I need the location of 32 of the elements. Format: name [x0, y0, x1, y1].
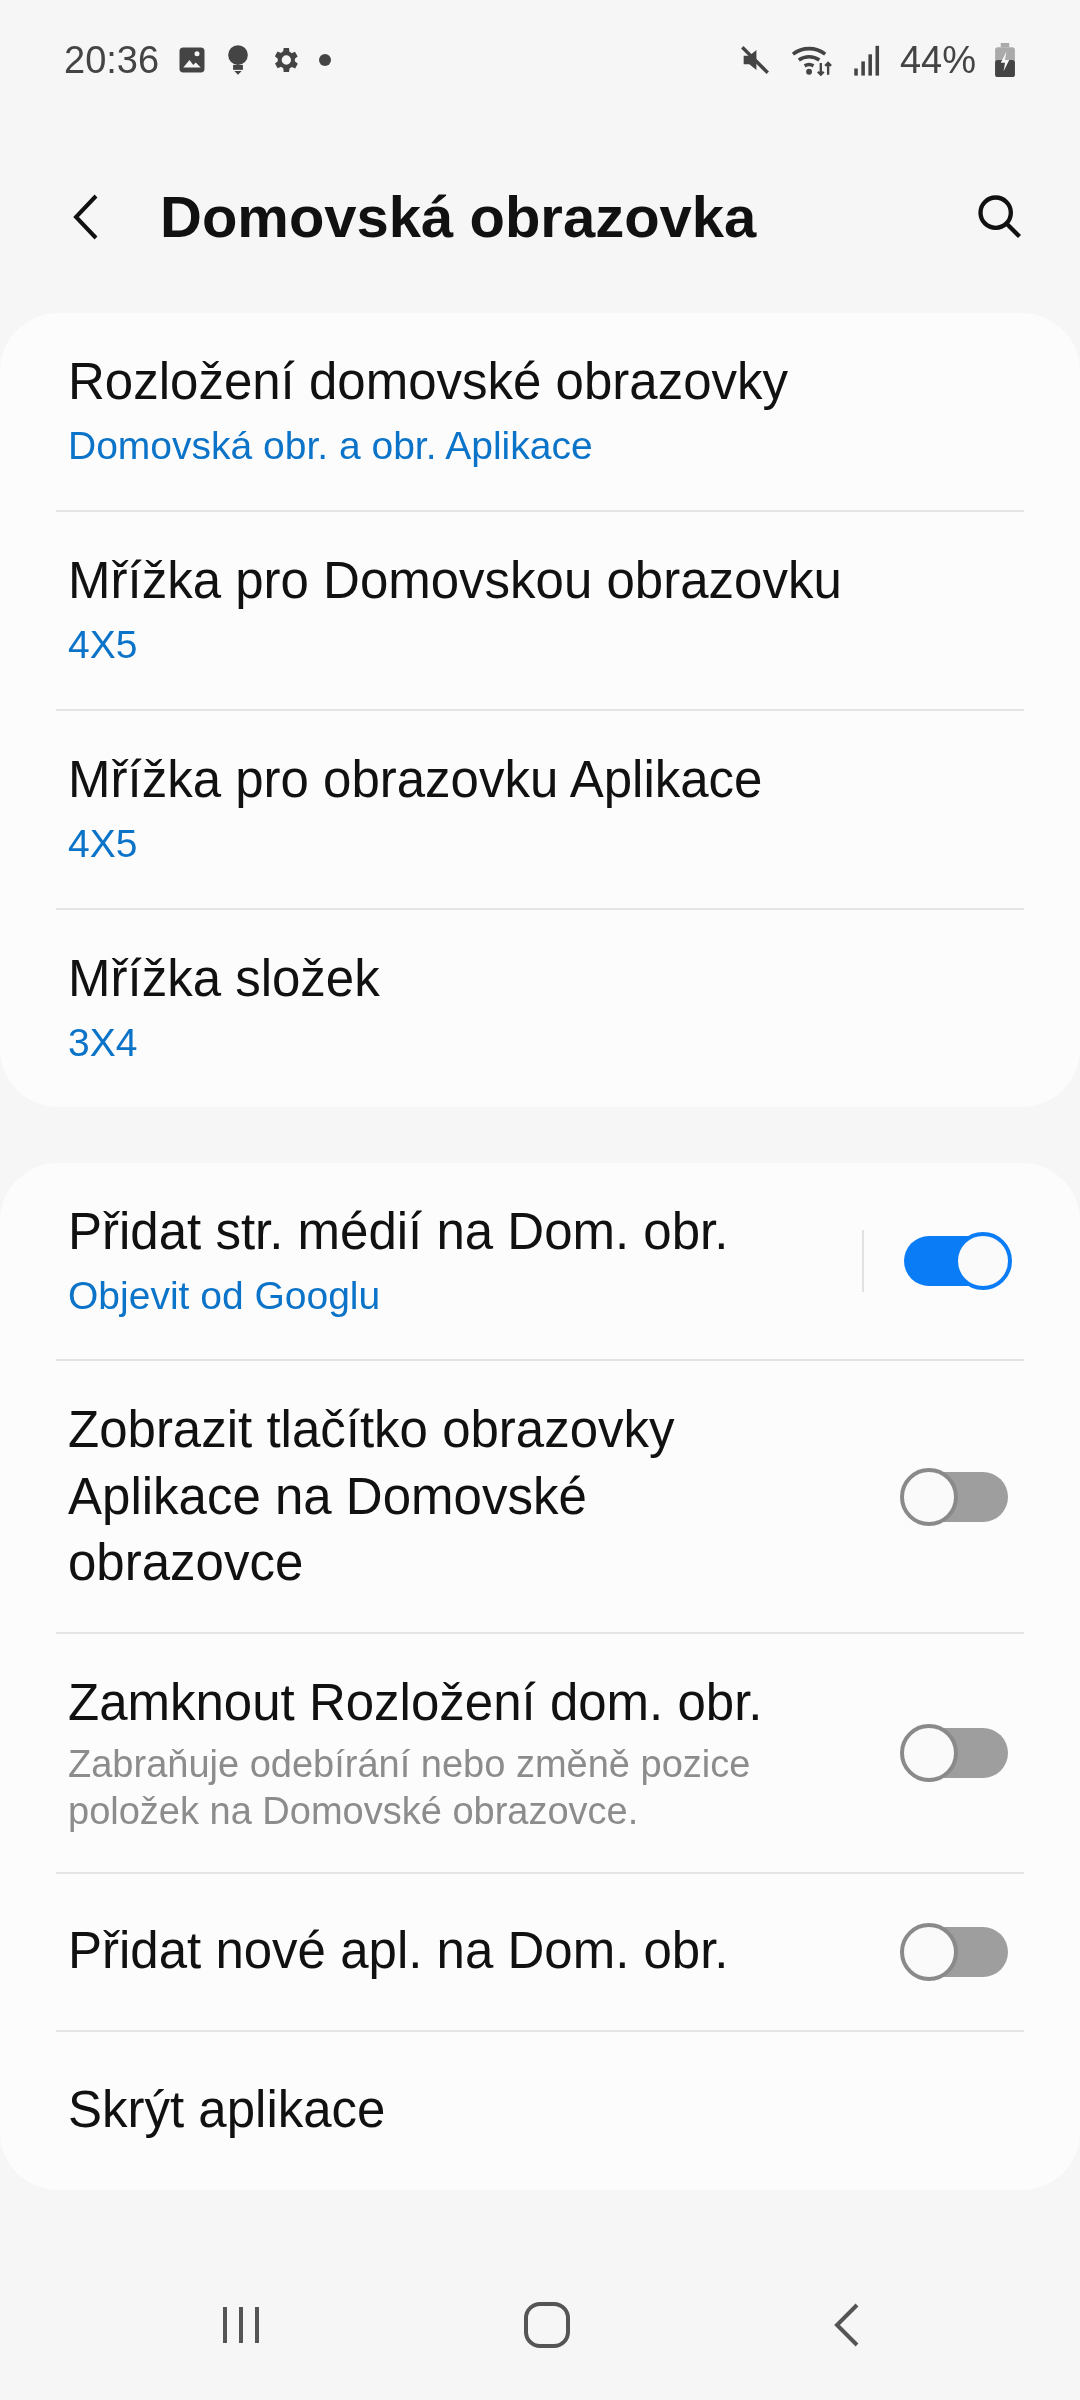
battery-icon [994, 43, 1016, 77]
setting-title: Přidat nové apl. na Dom. obr. [68, 1921, 730, 1982]
setting-description: Zabraňuje odebírání nebo změně pozice položek na Domovské obrazovce. [68, 1741, 752, 1835]
setting-value: Domovská obr. a obr. Aplikace [68, 423, 594, 470]
setting-value: 4X5 [68, 821, 139, 868]
setting-value: Objevit od Googlu [68, 1272, 382, 1319]
settings-row[interactable]: Mřížka pro obrazovku Aplikace 4X5 [56, 710, 1024, 910]
battery-percent: 44% [899, 38, 976, 82]
setting-title: Zobrazit tlačítko obrazovky Aplikace na Domovské obrazovce [68, 1400, 676, 1594]
home-button[interactable] [522, 2300, 572, 2350]
setting-title: Přidat str. médií na Dom. obr. [68, 1201, 730, 1262]
setting-value: 3X4 [68, 1019, 139, 1066]
page-title: Domovská obrazovka [160, 183, 758, 250]
image-icon [177, 45, 208, 75]
settings-row[interactable]: Zamknout Rozložení dom. obr. Zabraňuje odebírání nebo změně pozice položek na Domovské obrazovce. [56, 1634, 1024, 1874]
status-time: 20:36 [64, 38, 160, 82]
settings-row[interactable]: Mřížka pro Domovskou obrazovku 4X5 [56, 511, 1024, 711]
settings-row[interactable]: Přidat str. médií na Dom. obr. Objevit od Googlu [56, 1162, 1024, 1362]
signal-icon [851, 43, 882, 77]
setting-title: Mřížka pro Domovskou obrazovku [68, 550, 843, 611]
settings-row[interactable]: Zobrazit tlačítko obrazovky Aplikace na Domovské obrazovce [56, 1361, 1024, 1635]
setting-title: Skrýt aplikace [68, 2080, 387, 2141]
settings-row[interactable]: Přidat nové apl. na Dom. obr. [56, 1873, 1024, 2032]
setting-title: Mřížka složek [68, 948, 381, 1009]
setting-title: Rozložení domovské obrazovky [68, 352, 789, 412]
dot-icon [319, 54, 332, 66]
setting-title: Zamknout Rozložení dom. obr. [68, 1673, 764, 1734]
settings-row[interactable]: Mřížka složek 3X4 [56, 909, 1024, 1107]
setting-value: 4X5 [68, 622, 139, 669]
setting-title: Mřížka pro obrazovku Aplikace [68, 749, 764, 810]
settings-row[interactable]: Skrýt aplikace [56, 2031, 1024, 2190]
settings-row[interactable]: Rozložení domovské obrazovky Domovská obr. a obr. Aplikace [56, 313, 1024, 512]
